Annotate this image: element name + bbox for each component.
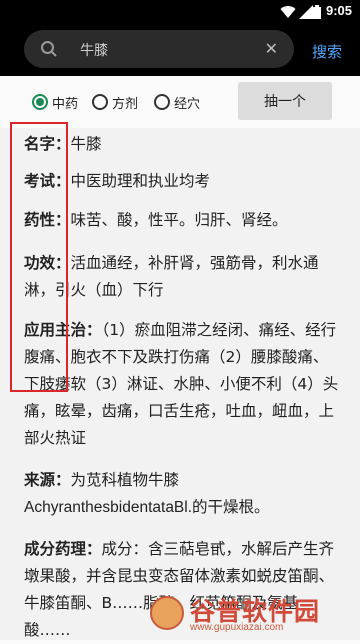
- radio-label-acupoint: 经穴: [174, 96, 201, 112]
- radio-label-formula: 方剂: [112, 96, 139, 112]
- status-bar: 9:05: [0, 0, 360, 24]
- radio-option-formula[interactable]: 方剂: [92, 92, 138, 112]
- signal-icon: [299, 5, 313, 19]
- top-search-bar: ✕ 搜索: [0, 24, 360, 76]
- search-icon: [41, 41, 57, 57]
- watermark-url: www.gupuxiazai.com: [190, 622, 284, 633]
- entry-value-tail: 的干燥根。: [192, 498, 270, 516]
- entry-value: 为苋科植物牛膝: [70, 471, 180, 489]
- search-input[interactable]: [78, 36, 272, 64]
- radio-button[interactable]: [92, 94, 108, 110]
- entry-value: （1）瘀血阻滞之经闭、痛经、经行腹痛、胞衣不下及跌打伤痛（2）腰膝酸痛、下肢痿软…: [24, 321, 339, 447]
- watermark: 谷普软件园 www.gupuxiazai.com: [150, 590, 360, 640]
- entry-value: 味苦、酸，性平。归肝、肾经。: [70, 211, 288, 229]
- radio-option-acupoint[interactable]: 经穴: [154, 92, 200, 112]
- search-box[interactable]: ✕: [24, 30, 294, 68]
- entry-key: 成分药理: [24, 540, 87, 558]
- entry-value: 牛膝: [70, 135, 102, 153]
- entry-source: 来源：为苋科植物牛膝 AchyranthesbidentataBl.的干燥根。: [24, 471, 270, 516]
- entry-efficacy: 功效：活血通经，补肝肾，强筋骨，利水通淋，引火（血）下行: [24, 254, 319, 299]
- entry-property: 药性：味苦、酸，性平。归肝、肾经。: [24, 211, 288, 229]
- battery-icon: [313, 5, 321, 19]
- status-time: 9:05: [325, 3, 352, 18]
- watermark-badge-icon: [150, 596, 184, 630]
- radio-option-herb[interactable]: 中药: [32, 92, 78, 112]
- entry-latin-name: AchyranthesbidentataBl.: [24, 499, 193, 516]
- entry-exam: 考试：中医助理和执业均考: [24, 172, 211, 190]
- clear-icon[interactable]: ✕: [265, 39, 278, 58]
- radio-button-checked[interactable]: [32, 94, 48, 110]
- entry-value: 中医助理和执业均考: [70, 172, 211, 190]
- entry-key: 来源: [24, 471, 56, 489]
- highlight-annotation-box: [10, 122, 68, 392]
- radio-button[interactable]: [154, 94, 170, 110]
- entry-indications: 应用主治：（1）瘀血阻滞之经闭、痛经、经行腹痛、胞衣不下及跌打伤痛（2）腰膝酸痛…: [24, 321, 339, 447]
- search-button[interactable]: 搜索: [312, 41, 342, 62]
- radio-label-herb: 中药: [52, 96, 79, 112]
- wifi-icon: [280, 6, 296, 19]
- entry-name: 名字：牛膝: [24, 135, 102, 153]
- random-pick-button[interactable]: 抽一个: [238, 82, 332, 120]
